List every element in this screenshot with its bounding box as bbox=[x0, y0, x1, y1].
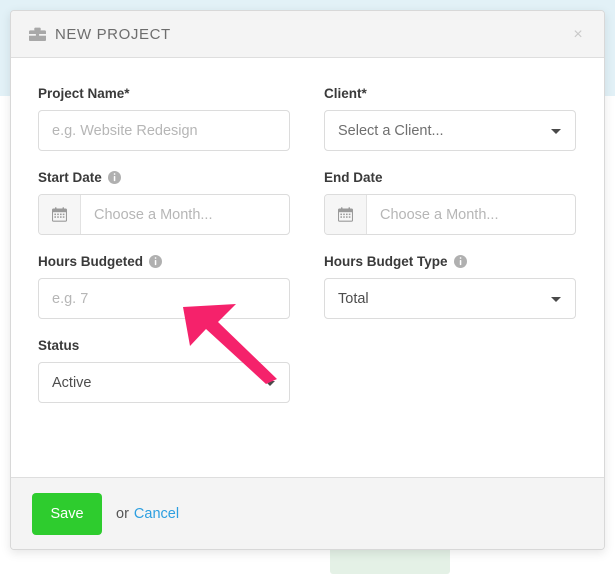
field-hours-budget-type: Hours Budget Type Total bbox=[324, 252, 576, 319]
chevron-down-icon bbox=[551, 296, 561, 302]
start-date-calendar-button[interactable] bbox=[39, 195, 81, 234]
field-client: Client* Select a Client... bbox=[324, 84, 576, 151]
form-row-4: Status Active bbox=[38, 336, 577, 403]
briefcase-icon bbox=[29, 27, 46, 41]
form-row-2: Start Date Choose a Month... End Date Ch… bbox=[38, 168, 577, 235]
modal-title: NEW PROJECT bbox=[55, 25, 171, 43]
end-date-label-text: End Date bbox=[324, 169, 383, 185]
hours-budget-type-label-text: Hours Budget Type bbox=[324, 253, 448, 269]
client-select[interactable]: Select a Client... bbox=[324, 110, 576, 151]
new-project-modal: NEW PROJECT × Project Name* Client* Sele… bbox=[10, 10, 605, 550]
field-status: Status Active bbox=[38, 336, 290, 403]
modal-footer: Save or Cancel bbox=[11, 477, 604, 549]
modal-body: Project Name* Client* Select a Client...… bbox=[11, 58, 604, 478]
project-name-input[interactable] bbox=[38, 110, 290, 151]
status-label-text: Status bbox=[38, 337, 80, 353]
status-select[interactable]: Active bbox=[38, 362, 290, 403]
close-icon[interactable]: × bbox=[567, 24, 589, 46]
chevron-down-icon bbox=[551, 128, 561, 134]
calendar-icon bbox=[338, 207, 353, 222]
hours-budgeted-label: Hours Budgeted bbox=[38, 252, 290, 270]
end-date-label: End Date bbox=[324, 168, 576, 186]
field-hours-budgeted: Hours Budgeted bbox=[38, 252, 290, 319]
start-date-label-text: Start Date bbox=[38, 169, 102, 185]
info-icon[interactable] bbox=[149, 254, 163, 268]
status-select-value: Active bbox=[52, 374, 92, 391]
start-date-label: Start Date bbox=[38, 168, 290, 186]
client-select-value: Select a Client... bbox=[338, 122, 444, 139]
project-name-label: Project Name* bbox=[38, 84, 290, 102]
project-name-label-text: Project Name* bbox=[38, 85, 130, 101]
modal-header: NEW PROJECT × bbox=[11, 11, 604, 58]
start-date-input[interactable] bbox=[81, 195, 289, 234]
end-date-input[interactable] bbox=[367, 195, 575, 234]
client-label: Client* bbox=[324, 84, 576, 102]
hours-budgeted-input[interactable] bbox=[38, 278, 290, 319]
info-icon[interactable] bbox=[453, 254, 467, 268]
client-label-text: Client* bbox=[324, 85, 367, 101]
hours-budget-type-label: Hours Budget Type bbox=[324, 252, 576, 270]
form-row-3: Hours Budgeted Hours Budget Type bbox=[38, 252, 577, 319]
field-start-date: Start Date bbox=[38, 168, 290, 235]
end-date-calendar-button[interactable] bbox=[325, 195, 367, 234]
cancel-link[interactable]: Cancel bbox=[134, 506, 179, 522]
status-label: Status bbox=[38, 336, 290, 354]
field-end-date: End Date bbox=[324, 168, 576, 235]
field-project-name: Project Name* bbox=[38, 84, 290, 151]
end-date-group bbox=[324, 194, 576, 235]
hours-budget-type-select[interactable]: Total bbox=[324, 278, 576, 319]
calendar-icon bbox=[52, 207, 67, 222]
save-button[interactable]: Save bbox=[32, 492, 102, 535]
form-row-1: Project Name* Client* Select a Client... bbox=[38, 84, 577, 151]
chevron-down-icon bbox=[265, 380, 275, 386]
start-date-group bbox=[38, 194, 290, 235]
hours-budgeted-label-text: Hours Budgeted bbox=[38, 253, 144, 269]
or-label: or bbox=[116, 505, 129, 522]
info-icon[interactable] bbox=[107, 170, 121, 184]
hours-budget-type-value: Total bbox=[338, 290, 369, 307]
